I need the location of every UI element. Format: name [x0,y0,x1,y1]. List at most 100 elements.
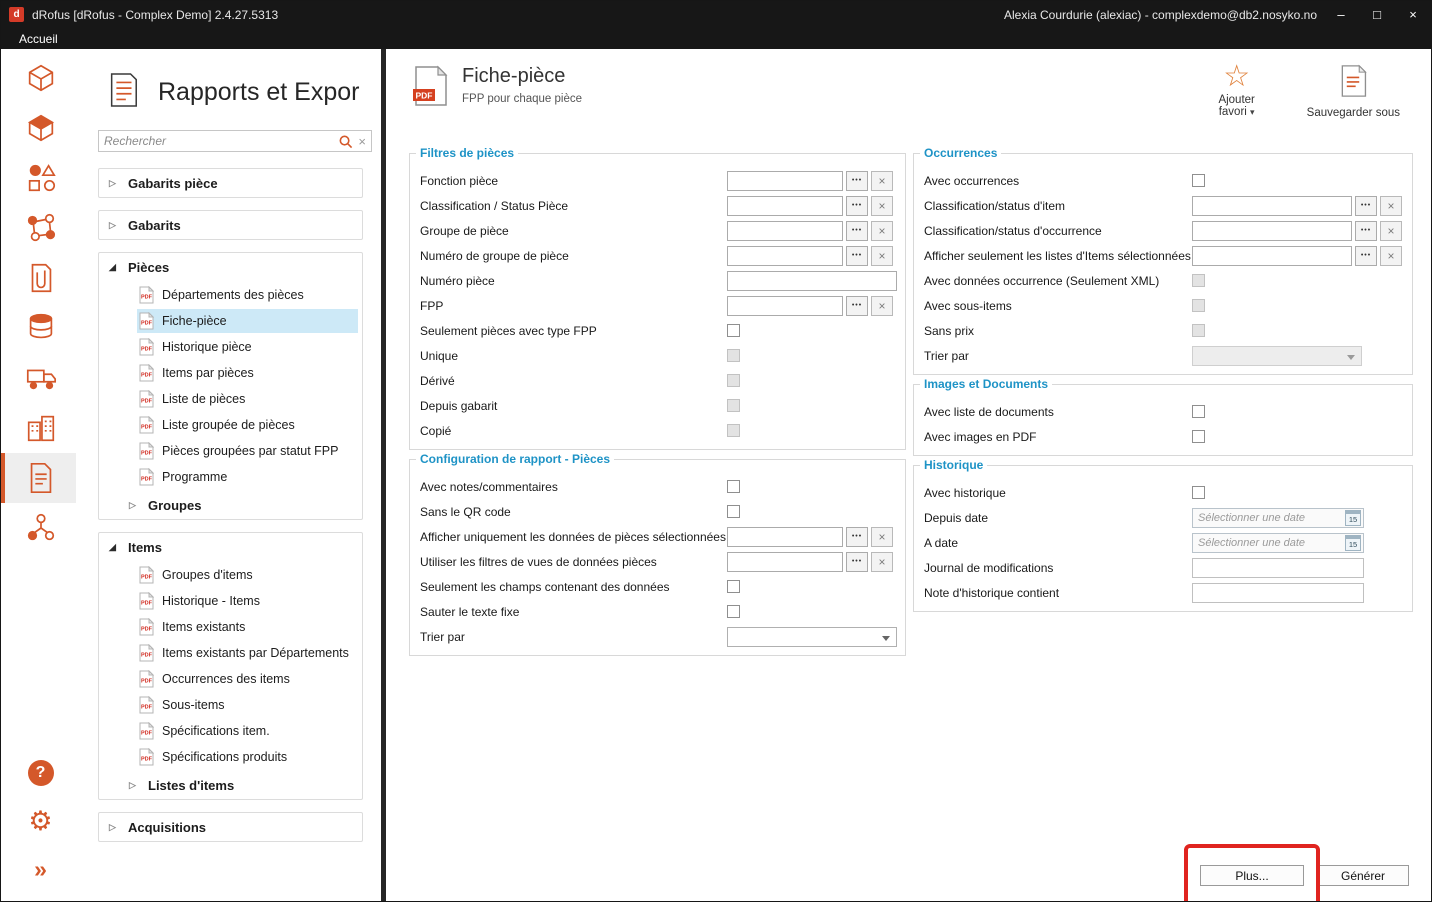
utiliser-les-filtres-de-vues-de-donnees-pi-input[interactable] [727,552,843,572]
sidebar-item-organization[interactable] [1,503,76,553]
numero-piece-input[interactable] [727,271,897,291]
depuis-date-date-input[interactable]: Sélectionner une date15 [1192,508,1364,528]
add-favorite-button[interactable]: ☆ Ajouter favori ▾ [1211,63,1263,118]
lookup-ellipsis-button[interactable]: ••• [846,527,868,547]
seulement-les-champs-contenant-des-donnees-checkbox[interactable] [727,580,740,593]
save-as-button[interactable]: Sauvegarder sous [1307,63,1400,119]
tree-folder-listes-d-items[interactable]: ▷Listes d'items [99,771,362,799]
sidebar-item-items[interactable] [1,153,76,203]
tree-item-pieces-groupees-par-statut-fpp[interactable]: PDFPièces groupées par statut FPP [137,439,358,463]
sidebar-item-attachments[interactable] [1,253,76,303]
search-icon[interactable] [338,134,353,149]
tree-item-fiche-piece[interactable]: PDFFiche-pièce [137,309,358,333]
tree-item-items-par-pieces[interactable]: PDFItems par pièces [137,361,358,385]
tree-item-liste-de-pieces[interactable]: PDFListe de pièces [137,387,358,411]
tree-section-header-acquisitions[interactable]: ▷Acquisitions [99,813,362,841]
note-d-historique-contient-input[interactable] [1192,583,1364,603]
clear-field-button[interactable]: × [871,221,893,241]
tree-item-liste-groupee-de-pieces[interactable]: PDFListe groupée de pièces [137,413,358,437]
tree-section-header-pieces[interactable]: ◢Pièces [99,253,362,281]
clear-field-button[interactable]: × [1380,221,1402,241]
tree-section-header-items[interactable]: ◢Items [99,533,362,561]
field-afficher-seulement-les-listes-d-items-sele: Afficher seulement les listes d'Items sé… [922,243,1404,268]
sidebar-item-settings[interactable]: ⚙ [1,797,76,845]
clear-field-button[interactable]: × [871,527,893,547]
classification-status-d-item-input[interactable] [1192,196,1352,216]
lookup-ellipsis-button[interactable]: ••• [846,221,868,241]
tree-item-sous-items[interactable]: PDFSous-items [137,693,358,717]
tree-item-departements-des-pieces[interactable]: PDFDépartements des pièces [137,283,358,307]
avec-occurrences-checkbox[interactable] [1192,174,1205,187]
groupe-de-piece-input[interactable] [727,221,843,241]
lookup-ellipsis-button[interactable]: ••• [846,171,868,191]
fonction-piece-input[interactable] [727,171,843,191]
generate-button[interactable]: Générer [1317,865,1409,886]
lookup-ellipsis-button[interactable]: ••• [1355,221,1377,241]
clear-field-button[interactable]: × [871,196,893,216]
more-button[interactable]: Plus... [1200,865,1304,886]
sans-le-qr-code-checkbox[interactable] [727,505,740,518]
clear-field-button[interactable]: × [1380,196,1402,216]
close-icon[interactable]: × [1395,1,1431,28]
lookup-ellipsis-button[interactable]: ••• [846,246,868,266]
a-date-date-input[interactable]: Sélectionner une date15 [1192,533,1364,553]
sauter-le-texte-fixe-checkbox[interactable] [727,605,740,618]
field-label: Journal de modifications [922,561,1192,575]
trier-par-select[interactable] [727,627,897,647]
sidebar-item-help[interactable]: ? [1,749,76,797]
tree-item-items-existants-par-departements[interactable]: PDFItems existants par Départements [137,641,358,665]
tab-accueil[interactable]: Accueil [19,32,58,46]
tree-item-label: Départements des pièces [162,288,304,302]
tree-section-header-gabarits[interactable]: ▷Gabarits [99,211,362,239]
classification-status-d-occurrence-input[interactable] [1192,221,1352,241]
afficher-uniquement-les-donnees-de-pieces--input[interactable] [727,527,843,547]
avec-notes-commentaires-checkbox[interactable] [727,480,740,493]
sidebar-item-expand[interactable]: » [1,845,76,893]
maximize-icon[interactable]: □ [1359,1,1395,28]
lookup-ellipsis-button[interactable]: ••• [1355,196,1377,216]
tree-item-groupes-d-items[interactable]: PDFGroupes d'items [137,563,358,587]
tree-item-specifications-produits[interactable]: PDFSpécifications produits [137,745,358,769]
tree-item-specifications-item[interactable]: PDFSpécifications item. [137,719,358,743]
tree-item-historique-items[interactable]: PDFHistorique - Items [137,589,358,613]
field-label: Avec liste de documents [922,405,1192,419]
clear-field-button[interactable]: × [871,552,893,572]
clear-field-button[interactable]: × [871,296,893,316]
field-control [727,480,897,493]
sidebar-item-reports[interactable] [1,453,76,503]
sidebar-item-model[interactable] [1,103,76,153]
search-input[interactable] [104,134,333,148]
lookup-ellipsis-button[interactable]: ••• [1355,246,1377,266]
sidebar-item-systems[interactable] [1,203,76,253]
clear-field-button[interactable]: × [871,246,893,266]
lookup-ellipsis-button[interactable]: ••• [846,552,868,572]
afficher-seulement-les-listes-d-items-sele-input[interactable] [1192,246,1352,266]
tree-item-historique-piece[interactable]: PDFHistorique pièce [137,335,358,359]
clear-field-button[interactable]: × [871,171,893,191]
sidebar-item-data[interactable] [1,303,76,353]
numero-de-groupe-de-piece-input[interactable] [727,246,843,266]
clear-field-button[interactable]: × [1380,246,1402,266]
sidebar-item-logistics[interactable] [1,353,76,403]
sidebar-item-rooms[interactable] [1,53,76,103]
tree-folder-groupes[interactable]: ▷Groupes [99,491,362,519]
tree-item-programme[interactable]: PDFProgramme [137,465,358,489]
tree-section-header-gabarits-piece[interactable]: ▷Gabarits pièce [99,169,362,197]
lookup-ellipsis-button[interactable]: ••• [846,196,868,216]
field-control: •••× [1192,196,1404,216]
classification-status-piece-input[interactable] [727,196,843,216]
seulement-pieces-avec-type-fpp-checkbox[interactable] [727,324,740,337]
search-clear-icon[interactable]: × [358,135,366,148]
save-as-icon [1337,63,1369,104]
sidebar-item-buildings[interactable] [1,403,76,453]
minimize-icon[interactable]: – [1323,1,1359,28]
field-depuis-date: Depuis dateSélectionner une date15 [922,505,1404,530]
journal-de-modifications-input[interactable] [1192,558,1364,578]
avec-images-en-pdf-checkbox[interactable] [1192,430,1205,443]
lookup-ellipsis-button[interactable]: ••• [846,296,868,316]
tree-item-occurrences-des-items[interactable]: PDFOccurrences des items [137,667,358,691]
avec-liste-de-documents-checkbox[interactable] [1192,405,1205,418]
tree-item-items-existants[interactable]: PDFItems existants [137,615,358,639]
fpp-input[interactable] [727,296,843,316]
avec-historique-checkbox[interactable] [1192,486,1205,499]
